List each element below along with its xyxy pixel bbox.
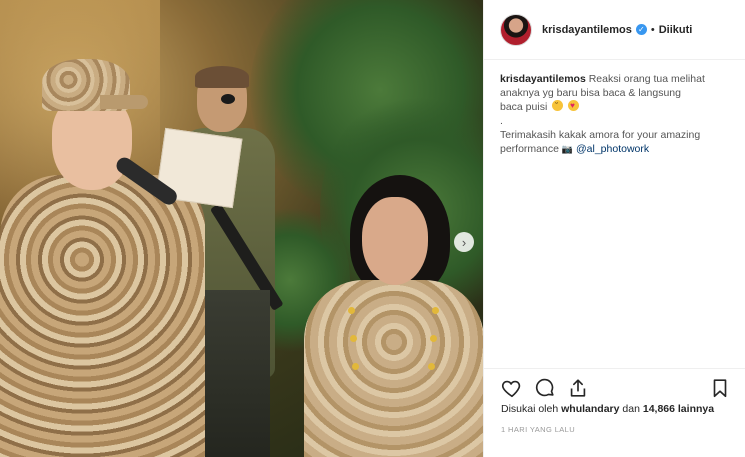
post-caption: krisdayantilemos Reaksi orang tua meliha… — [484, 60, 745, 156]
next-photo-button[interactable]: › — [454, 232, 474, 252]
chevron-right-icon: › — [461, 234, 467, 250]
caption-text-line: . — [500, 115, 503, 127]
comment-button[interactable] — [534, 377, 556, 399]
caption-username[interactable]: krisdayantilemos — [500, 73, 586, 85]
instagram-post: › krisdayantilemos ✓ • Diikuti krisdayan… — [0, 0, 745, 457]
camera-emoji-icon: 📷 — [561, 144, 574, 154]
post-side-panel: krisdayantilemos ✓ • Diikuti krisdayanti… — [483, 0, 745, 457]
liked-by-user-link[interactable]: whulandary — [561, 403, 619, 415]
share-button[interactable] — [567, 377, 589, 399]
heart-eyes-emoji-icon — [568, 99, 580, 113]
caption-text-line: Reaksi orang tua melihat — [588, 73, 705, 85]
likes-connector: dan — [622, 403, 640, 415]
post-header: krisdayantilemos ✓ • Diikuti — [484, 0, 745, 60]
like-button[interactable] — [501, 377, 523, 399]
separator-dot: • — [650, 23, 655, 36]
squinting-face-emoji-icon — [552, 99, 564, 113]
share-icon — [570, 379, 586, 397]
likes-prefix: Disukai oleh — [501, 403, 559, 415]
caption-text-line: Terimakasih kakak amora for your amazing — [500, 129, 701, 141]
boy-in-camouflage — [0, 55, 243, 457]
follow-button[interactable]: Diikuti — [659, 24, 693, 36]
likes-count-link[interactable]: 14,866 lainnya — [643, 403, 714, 415]
post-timestamp[interactable]: 1 HARI YANG LALU — [501, 425, 575, 434]
likes-summary: Disukai oleh whulandary dan 14,866 lainn… — [501, 403, 714, 415]
verified-badge-icon: ✓ — [635, 24, 647, 35]
post-photo[interactable]: › — [0, 0, 483, 457]
header-username[interactable]: krisdayantilemos — [542, 24, 632, 36]
save-button[interactable] — [709, 377, 731, 399]
comment-icon — [535, 378, 554, 397]
caption-text-line: anaknya yg baru bisa baca & langsung — [500, 87, 681, 99]
woman-in-uniform — [300, 175, 483, 457]
action-bar — [484, 368, 745, 408]
photographer-mention-link[interactable]: @al_photowork — [576, 143, 649, 155]
heart-icon — [501, 380, 521, 398]
bookmark-icon — [713, 379, 727, 398]
caption-text-line: performance — [500, 143, 559, 155]
caption-text-line: baca puisi — [500, 101, 548, 113]
avatar[interactable] — [500, 13, 532, 46]
